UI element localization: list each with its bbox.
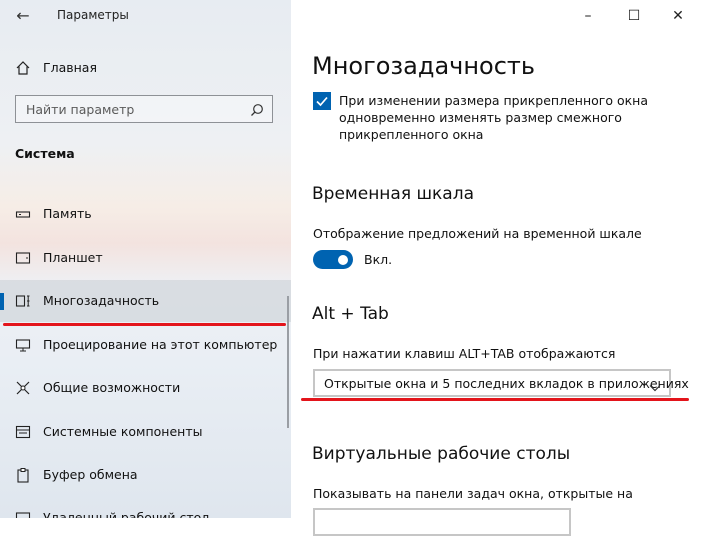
tablet-icon <box>15 250 31 266</box>
sidebar-item-label: Главная <box>43 60 97 75</box>
annotation-underline <box>301 398 689 401</box>
window-title: Параметры <box>57 8 129 22</box>
toggle-knob <box>338 254 348 265</box>
checkmark-icon <box>316 96 328 107</box>
storage-icon <box>15 206 31 222</box>
selection-indicator <box>0 293 4 310</box>
sidebar-item-system-components[interactable]: Системные компоненты <box>0 411 291 453</box>
alttab-heading: Alt + Tab <box>312 304 389 324</box>
alttab-dropdown[interactable]: Открытые окна и 5 последних вкладок в пр… <box>313 369 689 397</box>
sidebar-item-shared-experiences[interactable]: Общие возможности <box>0 367 291 409</box>
section-title: Система <box>15 146 75 161</box>
shared-experiences-icon <box>15 380 31 396</box>
maximize-button[interactable]: ☐ <box>622 5 646 27</box>
sidebar-item-clipboard[interactable]: Буфер обмена <box>0 454 291 496</box>
sidebar-item-label: Планшет <box>43 250 103 265</box>
title-bar: ← Параметры <box>0 0 291 32</box>
sidebar-item-label: Многозадачность <box>43 293 160 308</box>
sidebar: ← Параметры Главная Найти параметр Систе… <box>0 0 291 518</box>
dropdown-value: Открытые окна и 5 последних вкладок в пр… <box>324 376 689 391</box>
back-arrow-icon[interactable]: ← <box>13 6 33 26</box>
sidebar-item-label: Проецирование на этот компьютер <box>43 337 278 352</box>
virtual-desktops-heading: Виртуальные рабочие столы <box>312 444 571 464</box>
alttab-label: При нажатии клавиш ALT+TAB отображаются <box>313 346 616 361</box>
sidebar-item-projecting[interactable]: Проецирование на этот компьютер <box>0 324 291 366</box>
clipboard-icon <box>15 467 31 483</box>
search-icon[interactable] <box>250 102 264 121</box>
page-title: Многозадачность <box>312 52 536 80</box>
timeline-heading: Временная шкала <box>312 184 474 204</box>
search-placeholder: Найти параметр <box>26 102 135 117</box>
home-icon <box>15 60 31 80</box>
close-button[interactable]: ✕ <box>666 5 690 27</box>
timeline-toggle-state: Вкл. <box>364 252 393 267</box>
window-controls: – ☐ ✕ <box>570 0 720 32</box>
minimize-button[interactable]: – <box>576 5 600 27</box>
virtual-desktops-label: Показывать на панели задач окна, открыты… <box>313 486 633 501</box>
sidebar-item-label: Системные компоненты <box>43 424 203 439</box>
timeline-toggle[interactable] <box>313 250 353 269</box>
projecting-icon <box>15 337 31 353</box>
system-components-icon <box>15 424 31 440</box>
multitasking-icon <box>15 293 31 309</box>
virtual-desktops-dropdown[interactable] <box>313 508 571 536</box>
sidebar-item-label: Удаленный рабочий стол <box>43 510 210 518</box>
sidebar-scrollbar[interactable] <box>287 296 289 428</box>
sidebar-item-label: Общие возможности <box>43 380 181 395</box>
sidebar-item-tablet[interactable]: Планшет <box>0 237 291 279</box>
sidebar-item-label: Буфер обмена <box>43 467 138 482</box>
sidebar-item-storage[interactable]: Память <box>0 193 291 235</box>
timeline-label: Отображение предложений на временной шка… <box>313 226 642 241</box>
sidebar-item-remote-desktop[interactable]: Удаленный рабочий стол <box>0 497 291 518</box>
remote-desktop-icon <box>15 510 31 518</box>
snap-checkbox-label: При изменении размера прикрепленного окн… <box>339 93 648 142</box>
snap-checkbox[interactable] <box>313 92 331 110</box>
sidebar-item-multitasking[interactable]: Многозадачность <box>0 280 291 322</box>
chevron-down-icon <box>649 378 661 397</box>
sidebar-item-home[interactable]: Главная <box>0 56 291 80</box>
search-input[interactable]: Найти параметр <box>15 95 273 123</box>
sidebar-item-label: Память <box>43 206 92 221</box>
